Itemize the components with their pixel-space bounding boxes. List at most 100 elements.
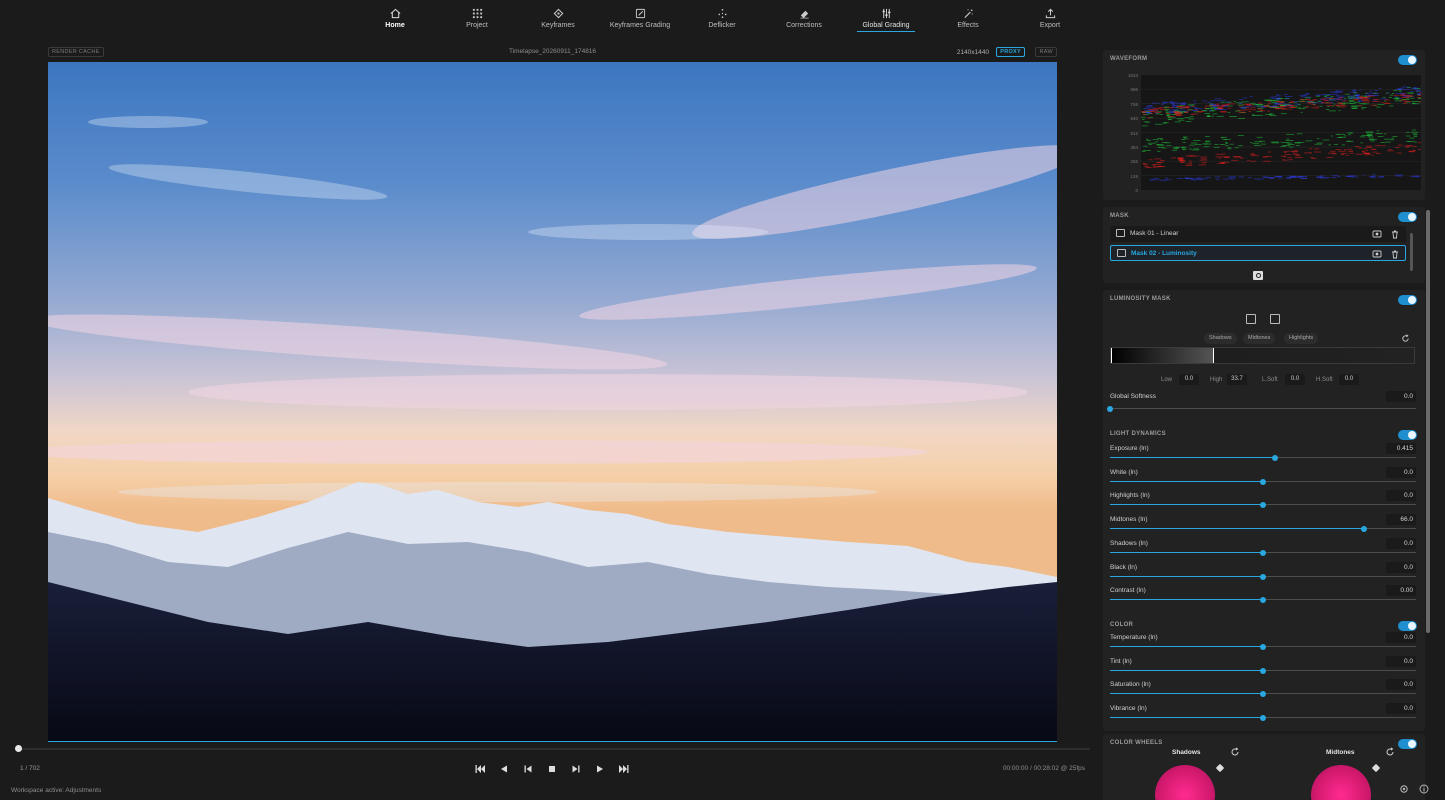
nav-keyframes[interactable]: Keyframes	[513, 8, 603, 29]
hsoft-field[interactable]: 0.0	[1339, 374, 1359, 385]
visibility-icon[interactable]	[1372, 249, 1382, 259]
slider-knob[interactable]	[1260, 478, 1266, 485]
slider-value-field[interactable]: 0.0	[1386, 537, 1416, 549]
proxy-toggle[interactable]: PROXY	[996, 47, 1025, 57]
slider-knob[interactable]	[1260, 549, 1266, 556]
midtones-wheel-handle[interactable]	[1371, 763, 1381, 773]
global-softness-value[interactable]: 0.0	[1386, 391, 1416, 402]
waveform-trace	[1389, 94, 1394, 96]
nav-export[interactable]: Export	[1005, 8, 1095, 29]
slider-knob[interactable]	[1260, 644, 1266, 650]
nav-deflicker[interactable]: Deflicker	[677, 8, 767, 29]
waveform-trace	[1249, 154, 1256, 155]
low-handle[interactable]	[1111, 348, 1112, 363]
waveform-trace	[1275, 98, 1281, 100]
nav-global-grading[interactable]: Global Grading	[841, 8, 931, 32]
mask-invert-icon[interactable]	[1246, 314, 1256, 324]
nav-corrections[interactable]: Corrections	[759, 8, 849, 29]
slider-value-field[interactable]: 66.0	[1386, 514, 1416, 526]
luminosity-mask-toggle[interactable]	[1398, 295, 1417, 305]
lsoft-field[interactable]: 0.0	[1285, 374, 1305, 385]
slider-track[interactable]	[1110, 526, 1416, 533]
luminosity-range-bar[interactable]	[1110, 347, 1415, 364]
slider-knob[interactable]	[1260, 597, 1266, 604]
waveform-trace	[1364, 148, 1368, 149]
raw-toggle[interactable]: RAW	[1035, 47, 1057, 57]
high-handle[interactable]	[1213, 348, 1214, 363]
slider-knob[interactable]	[1260, 573, 1266, 580]
mask-toggle[interactable]	[1398, 212, 1417, 222]
slider-value-field[interactable]: 0.0	[1386, 679, 1416, 691]
slider-track[interactable]	[1110, 455, 1416, 461]
shadows-color-wheel[interactable]	[1155, 765, 1215, 800]
slider-value-field[interactable]: 0.0	[1386, 561, 1416, 573]
color-wheels-toggle[interactable]	[1398, 739, 1417, 749]
range-midtones-button[interactable]: Midtones	[1243, 333, 1276, 344]
light-dynamics-toggle[interactable]	[1398, 430, 1417, 440]
waveform-trace	[1325, 109, 1330, 110]
reset-icon[interactable]	[1385, 747, 1395, 757]
add-mask-icon[interactable]	[1253, 271, 1263, 280]
slider-knob[interactable]	[1361, 526, 1367, 533]
visibility-icon[interactable]	[1372, 229, 1382, 239]
waveform-toggle[interactable]	[1398, 55, 1417, 65]
slider-knob[interactable]	[1272, 455, 1278, 461]
trash-icon[interactable]	[1390, 229, 1400, 239]
slider-value-field[interactable]: 0.0	[1386, 703, 1416, 715]
slider-value-field[interactable]: 0.0	[1386, 655, 1416, 667]
slider-value-field[interactable]: 0.00	[1386, 585, 1416, 597]
panel-scrollbar[interactable]	[1426, 210, 1430, 633]
play-backward-button[interactable]	[498, 763, 510, 775]
slider-value-field[interactable]: 0.415	[1386, 443, 1416, 454]
global-softness-slider[interactable]	[1107, 406, 1416, 412]
nav-project[interactable]: Project	[432, 8, 522, 29]
slider-track[interactable]	[1110, 715, 1416, 722]
range-highlights-button[interactable]: Highlights	[1284, 333, 1319, 344]
waveform-trace	[1175, 147, 1179, 149]
nav-home[interactable]: Home	[350, 8, 440, 29]
timeline-playhead[interactable]	[15, 745, 22, 752]
shadows-wheel-handle[interactable]	[1215, 763, 1225, 773]
stop-button[interactable]	[546, 763, 558, 775]
slider-knob[interactable]	[1260, 502, 1266, 509]
high-field[interactable]: 33.7	[1227, 374, 1247, 385]
reset-icon[interactable]	[1230, 747, 1240, 757]
mask-item[interactable]: Mask 01 - Linear	[1110, 226, 1406, 242]
settings-gear-icon[interactable]	[1399, 784, 1409, 794]
mask-list-scrollbar[interactable]	[1410, 233, 1413, 271]
slider-track[interactable]	[1110, 573, 1416, 580]
image-viewport[interactable]	[48, 62, 1057, 741]
slider-knob[interactable]	[1260, 667, 1266, 674]
timeline-track[interactable]	[15, 748, 1090, 750]
midtones-color-wheel[interactable]	[1311, 765, 1371, 800]
info-icon[interactable]	[1419, 784, 1429, 794]
nav-effects[interactable]: Effects	[923, 8, 1013, 29]
skip-to-end-button[interactable]	[618, 763, 630, 775]
slider-value-field[interactable]: 0.0	[1386, 490, 1416, 502]
slider-track[interactable]	[1110, 549, 1416, 556]
color-toggle[interactable]	[1398, 621, 1417, 631]
slider-track[interactable]	[1110, 667, 1416, 674]
slider-track[interactable]	[1110, 597, 1416, 604]
slider-value-field[interactable]: 0.0	[1386, 466, 1416, 478]
waveform-trace	[1366, 147, 1373, 148]
mask-view-icon[interactable]	[1270, 314, 1280, 324]
slider-value-field[interactable]: 0.0	[1386, 632, 1416, 643]
slider-knob[interactable]	[1260, 715, 1266, 722]
mask-item-selected[interactable]: Mask 02 - Luminosity	[1110, 245, 1406, 261]
skip-to-start-button[interactable]	[474, 763, 486, 775]
slider-knob[interactable]	[1107, 406, 1113, 412]
low-field[interactable]: 0.0	[1179, 374, 1199, 385]
slider-knob[interactable]	[1260, 691, 1266, 698]
step-forward-button[interactable]	[570, 763, 582, 775]
slider-track[interactable]	[1110, 644, 1416, 650]
trash-icon[interactable]	[1390, 249, 1400, 259]
range-shadows-button[interactable]: Shadows	[1204, 333, 1237, 344]
reset-icon[interactable]	[1401, 334, 1410, 343]
step-back-button[interactable]	[522, 763, 534, 775]
slider-track[interactable]	[1110, 691, 1416, 698]
nav-keyframes-grading[interactable]: Keyframes Grading	[595, 8, 685, 29]
slider-track[interactable]	[1110, 478, 1416, 485]
slider-track[interactable]	[1110, 502, 1416, 509]
play-button[interactable]	[594, 763, 606, 775]
